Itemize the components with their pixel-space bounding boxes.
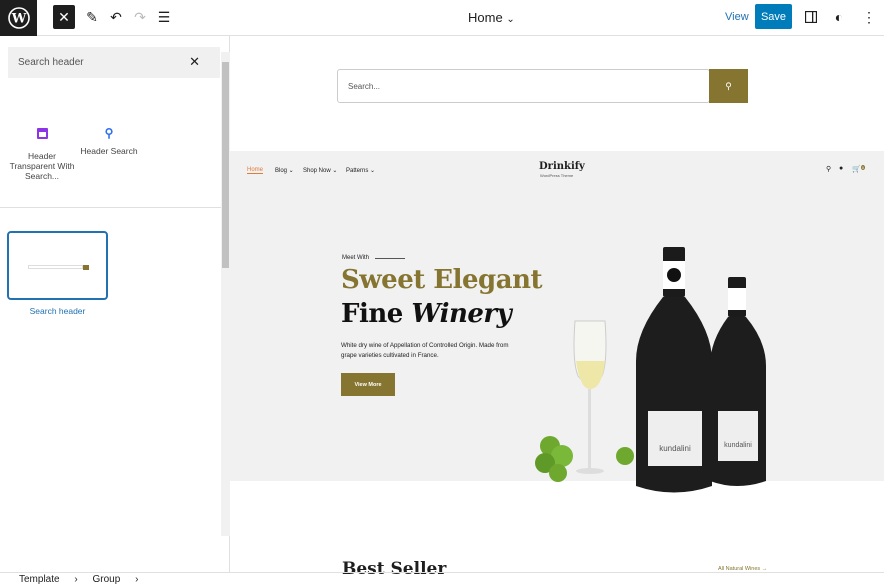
breadcrumb: Template › Group › xyxy=(0,572,884,588)
canvas-search-button[interactable]: ⚲ xyxy=(709,69,748,103)
nav-shop-now[interactable]: Shop Now ⌄ xyxy=(303,167,337,174)
wine-bottles-image: kundalini kundalini xyxy=(535,247,766,493)
layout-icon xyxy=(36,128,48,139)
breadcrumb-template[interactable]: Template xyxy=(19,574,60,585)
nav-blog[interactable]: Blog ⌄ xyxy=(275,167,294,174)
undo-icon[interactable]: ↶ xyxy=(108,5,124,29)
search-text: Search header xyxy=(18,57,84,68)
hero-section: Home Blog ⌄ Shop Now ⌄ Patterns ⌄ Drinki… xyxy=(230,151,884,493)
styles-icon[interactable]: ◐ xyxy=(831,5,847,29)
cart-icon[interactable]: 🛒0 xyxy=(852,165,865,173)
svg-text:kundalini: kundalini xyxy=(724,442,752,449)
site-tagline: WordPress Theme xyxy=(540,173,574,178)
hero-eyebrow: Meet With xyxy=(342,255,406,261)
close-button[interactable]: ✕ xyxy=(53,5,75,29)
nav-label: Blog xyxy=(275,168,288,174)
title-word-italic: Winery xyxy=(411,299,512,329)
wordpress-icon: W xyxy=(7,7,30,29)
settings-panel-icon[interactable] xyxy=(803,5,819,29)
search-icon: ⚲ xyxy=(725,80,732,91)
chevron-right-icon: › xyxy=(135,574,139,585)
redo-icon[interactable]: ↷ xyxy=(132,5,148,29)
hero-description: White dry wine of Appellation of Control… xyxy=(341,342,509,359)
item-label: Header Search xyxy=(80,146,138,156)
document-title[interactable]: Home ⌄ xyxy=(468,10,515,25)
site-title[interactable]: Drinkify xyxy=(539,161,585,172)
item-label: Header Transparent With Search... xyxy=(9,151,75,181)
wordpress-logo-button[interactable]: W xyxy=(0,0,37,36)
nav-patterns[interactable]: Patterns ⌄ xyxy=(346,167,375,174)
clear-search-icon[interactable]: ✕ xyxy=(189,54,200,70)
hero-title-line2: Fine Winery xyxy=(341,299,512,329)
view-button[interactable]: View xyxy=(725,11,749,23)
pattern-category-header-transparent[interactable]: Header Transparent With Search... xyxy=(7,128,77,181)
nav-label: Patterns xyxy=(346,168,369,174)
chevron-right-icon: › xyxy=(74,574,78,585)
nav-home[interactable]: Home xyxy=(247,167,264,174)
pattern-sidebar: Search header ✕ Header Transparent With S… xyxy=(0,36,230,572)
title-word: Fine xyxy=(341,299,403,329)
view-more-button[interactable]: View More xyxy=(341,373,395,396)
cart-count-badge: 0 xyxy=(860,165,865,170)
pattern-search-input[interactable]: Search header ✕ xyxy=(8,47,220,78)
search-icon[interactable]: ⚲ xyxy=(826,165,831,173)
pattern-label[interactable]: Search header xyxy=(7,306,108,316)
divider xyxy=(0,207,221,208)
pattern-preview-search-header[interactable] xyxy=(7,231,108,300)
save-button[interactable]: Save xyxy=(755,4,792,29)
account-icon[interactable]: ● xyxy=(839,165,843,172)
pattern-category-header-search[interactable]: ⚲ Header Search xyxy=(74,126,144,156)
scrollbar-thumb[interactable] xyxy=(222,62,229,268)
canvas-search-input[interactable]: Search... xyxy=(337,69,710,103)
breadcrumb-group[interactable]: Group xyxy=(92,574,120,585)
nav-label: Shop Now xyxy=(303,168,331,174)
search-icon: ⚲ xyxy=(104,126,114,140)
bottle-label: kundalini xyxy=(659,444,691,453)
editor-toolbar: W ✕ ✎ ↶ ↷ ☰ Home ⌄ View Save ◐ ⋮ xyxy=(0,0,884,36)
list-view-icon[interactable]: ☰ xyxy=(156,5,172,29)
chevron-down-icon: ⌄ xyxy=(506,14,515,25)
svg-text:W: W xyxy=(10,12,26,27)
title-text: Home xyxy=(468,10,503,25)
editor-canvas: Search... ⚲ Home Blog ⌄ Shop Now ⌄ Patte… xyxy=(230,36,884,588)
hero-title-line1: Sweet Elegant xyxy=(341,265,542,295)
options-menu-icon[interactable]: ⋮ xyxy=(861,5,877,29)
pencil-tool-icon[interactable]: ✎ xyxy=(84,5,100,29)
